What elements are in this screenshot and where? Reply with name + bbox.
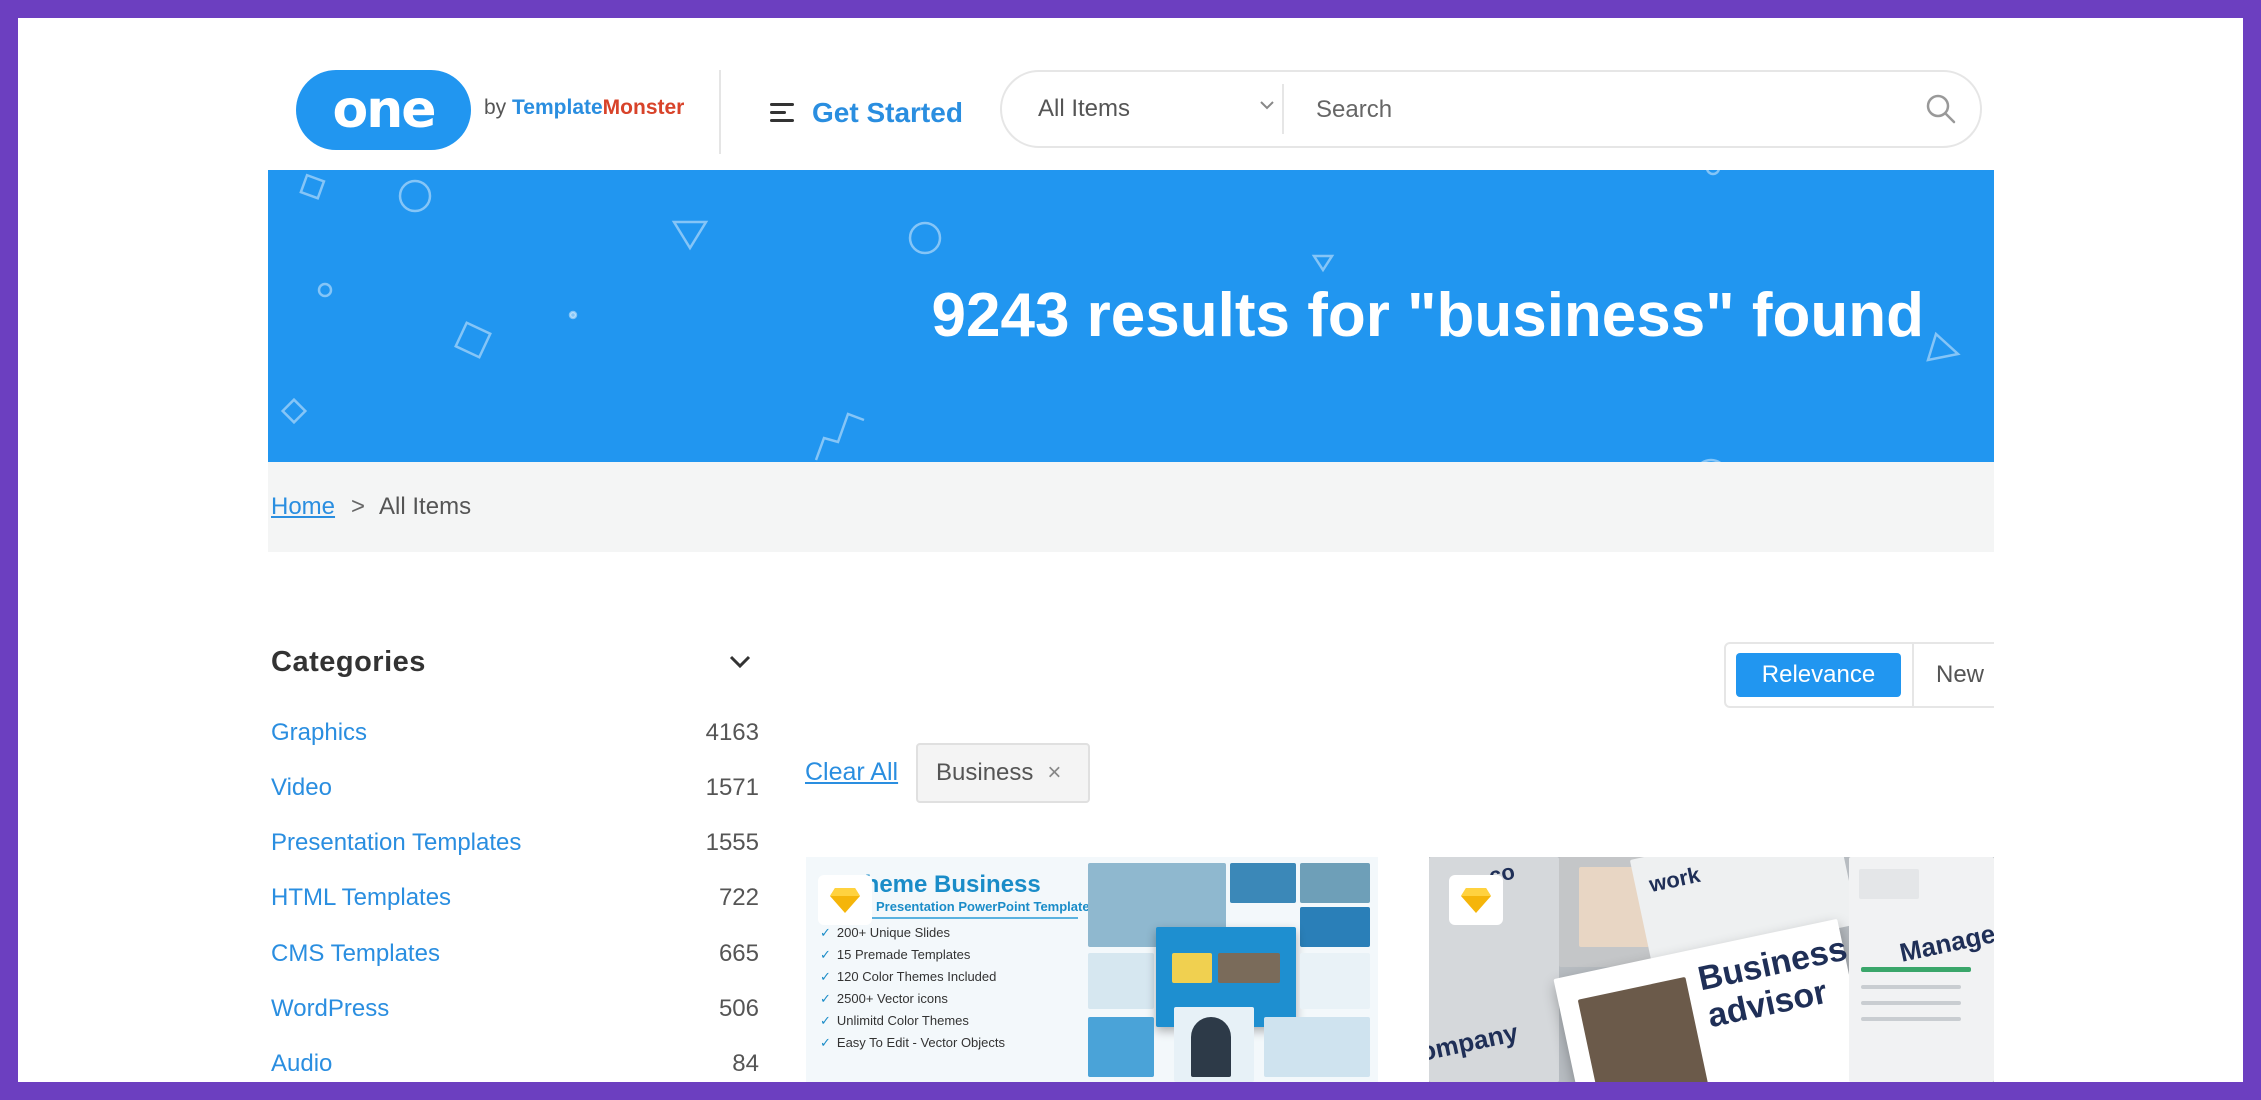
search-icon[interactable] [1924, 92, 1958, 126]
category-label: HTML Templates [271, 884, 452, 911]
card-feature: ✓ 15 Premade Templates [820, 947, 971, 962]
category-count: 84 [732, 1050, 759, 1077]
logo-brand-monster: Monster [602, 96, 685, 119]
card-feature: ✓ 120 Color Themes Included [820, 969, 997, 984]
category-count: 665 [718, 940, 759, 967]
category-label: WordPress [271, 995, 390, 1022]
slide-thumbnail [1859, 869, 1919, 899]
search-separator [1282, 84, 1284, 134]
category-item-presentation-templates[interactable]: Presentation Templates 1555 [271, 823, 759, 863]
category-count: 1571 [705, 774, 759, 801]
slide-thumbnail [1218, 953, 1280, 983]
search-input[interactable] [1314, 84, 1898, 136]
menu-icon [770, 103, 796, 123]
category-label: Audio [271, 1050, 333, 1077]
breadcrumb: Home > All Items [268, 462, 1994, 552]
product-card[interactable]: Theme Business Presentation PowerPoint T… [806, 857, 1378, 1082]
logo-by-text: by [484, 96, 507, 119]
clear-all-link[interactable]: Clear All [805, 758, 898, 787]
sort-relevance-button[interactable]: Relevance [1736, 653, 1901, 697]
page-frame: one by TemplateMonster Get Started All I… [18, 18, 2243, 1082]
category-label: Graphics [271, 719, 368, 746]
card-title: Theme Business [850, 871, 1041, 898]
card-feature: ✓ Unlimitd Color Themes [820, 1013, 969, 1028]
premium-badge [818, 875, 872, 925]
diamond-icon [830, 888, 860, 913]
category-count: 4163 [705, 719, 759, 746]
slide-thumbnail [1230, 863, 1296, 903]
categories-heading: Categories [271, 646, 426, 678]
slide-thumbnail [1861, 985, 1961, 989]
category-count: 506 [718, 995, 759, 1022]
category-select[interactable]: All Items [1038, 72, 1274, 146]
sort-new-button[interactable]: New [1936, 644, 1984, 706]
premium-badge [1449, 875, 1503, 925]
category-label: Video [271, 774, 332, 801]
category-item-cms-templates[interactable]: CMS Templates 665 [271, 934, 759, 974]
slide-thumbnail [1861, 1001, 1961, 1005]
card-feature: ✓ Easy To Edit - Vector Objects [820, 1035, 1006, 1050]
category-select-value: All Items [1038, 95, 1131, 122]
chevron-down-icon [1260, 101, 1274, 110]
site-header: one by TemplateMonster Get Started All I… [18, 18, 2243, 170]
results-title: 9243 results for "business" found [931, 281, 1924, 350]
logo-brand-template: Template [512, 96, 603, 119]
slide-thumbnail [1300, 953, 1370, 1009]
category-item-video[interactable]: Video 1571 [271, 768, 759, 808]
slide-thumbnail [1861, 1017, 1961, 1021]
category-label: Presentation Templates [271, 829, 522, 856]
chevron-down-icon[interactable] [727, 648, 753, 674]
sort-control: Relevance New [1724, 642, 2024, 708]
category-label: CMS Templates [271, 940, 440, 967]
breadcrumb-home-link[interactable]: Home [271, 493, 335, 521]
breadcrumb-separator: > [351, 493, 366, 520]
sort-divider [1912, 644, 1914, 706]
close-icon[interactable]: × [1047, 759, 1061, 787]
slide-thumbnail [1191, 1017, 1231, 1077]
search-bar: All Items [1000, 70, 1982, 148]
viewport-mask [1994, 618, 2243, 738]
breadcrumb-current: All Items [379, 493, 472, 520]
slide-thumbnail [1088, 953, 1154, 1009]
slide-thumbnail [1300, 907, 1370, 947]
get-started-button[interactable]: Get Started [770, 92, 963, 134]
get-started-label: Get Started [812, 97, 963, 128]
category-count: 1555 [705, 829, 759, 856]
card-subtitle: Presentation PowerPoint Template [876, 899, 1090, 914]
logo[interactable]: one [296, 70, 471, 150]
slide-thumbnail [1172, 953, 1212, 983]
header-divider [719, 70, 721, 154]
card-feature: ✓ 2500+ Vector icons [820, 991, 948, 1006]
category-item-wordpress[interactable]: WordPress 506 [271, 989, 759, 1029]
product-card[interactable]: Business advisor Manager ompany work co [1429, 857, 1994, 1082]
active-filter-tag: Business × [916, 743, 1090, 803]
filter-tag-label: Business [936, 759, 1034, 786]
category-item-graphics[interactable]: Graphics 4163 [271, 713, 759, 753]
slide-thumbnail [1264, 1017, 1370, 1077]
slide-thumbnail [1861, 967, 1971, 972]
category-item-audio[interactable]: Audio 84 [271, 1044, 759, 1082]
slide-thumbnail [1300, 863, 1370, 903]
logo-byline: by TemplateMonster [484, 96, 684, 120]
category-count: 722 [718, 884, 759, 911]
card-feature: ✓ 200+ Unique Slides [820, 925, 951, 940]
slide-thumbnail [1088, 1017, 1154, 1077]
category-item-html-templates[interactable]: HTML Templates 722 [271, 878, 759, 918]
results-banner: 9243 results for "business" found [268, 170, 1994, 462]
diamond-icon [1461, 888, 1491, 913]
